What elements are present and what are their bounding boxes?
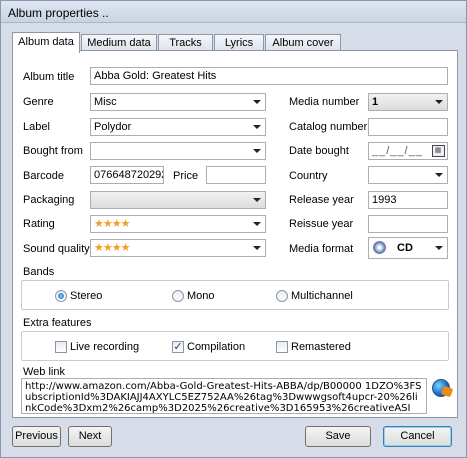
chevron-down-icon [435, 100, 443, 104]
chevron-down-icon [253, 125, 261, 129]
media-format-select[interactable]: CD [368, 237, 448, 259]
tab-lyrics[interactable]: Lyrics [214, 34, 264, 51]
bought-from-select[interactable] [90, 142, 266, 160]
globe-link-icon[interactable] [432, 379, 450, 397]
catalog-number-input[interactable] [368, 118, 448, 136]
tab-album-data[interactable]: Album data [12, 32, 80, 53]
price-input[interactable] [206, 166, 266, 184]
catalog-number-label: Catalog number [289, 121, 368, 133]
cancel-button[interactable]: Cancel [383, 426, 452, 447]
radio-multichannel[interactable] [276, 290, 288, 302]
sound-quality-stars: ★★★★ [94, 242, 130, 254]
label-select[interactable]: Polydor [90, 118, 266, 136]
packaging-label: Packaging [23, 194, 75, 206]
reissue-year-input[interactable] [368, 215, 448, 233]
label-label: Label [23, 121, 50, 133]
checkbox-live-recording[interactable] [55, 341, 67, 353]
reissue-year-label: Reissue year [289, 218, 354, 230]
country-label: Country [289, 170, 328, 182]
extra-features-label: Extra features [23, 317, 92, 329]
tab-album-cover[interactable]: Album cover [265, 34, 341, 51]
genre-label: Genre [23, 96, 54, 108]
media-format-label: Media format [289, 243, 354, 255]
checkbox-compilation-label: Compilation [187, 341, 246, 353]
chevron-down-icon [253, 246, 261, 250]
media-number-select[interactable]: 1 [368, 93, 448, 111]
previous-button[interactable]: Previous [12, 426, 61, 447]
rating-select[interactable]: ★★★★ [90, 215, 266, 233]
rating-stars: ★★★★ [94, 218, 130, 230]
media-number-label: Media number [289, 96, 360, 108]
sound-quality-select[interactable]: ★★★★ [90, 239, 266, 257]
window-title: Album properties .. [8, 6, 109, 20]
web-link-label: Web link [23, 366, 65, 378]
barcode-input[interactable]: 0766487202923 [90, 166, 164, 184]
radio-mono-label: Mono [187, 290, 215, 302]
chevron-down-icon [253, 100, 261, 104]
media-format-value: CD [397, 242, 413, 254]
checkbox-remastered[interactable] [276, 341, 288, 353]
radio-multichannel-label: Multichannel [291, 290, 353, 302]
radio-stereo-label: Stereo [70, 290, 103, 302]
chevron-down-icon [253, 222, 261, 226]
genre-value: Misc [94, 96, 117, 108]
date-bought-input[interactable]: __/__/__ ▦ [368, 142, 448, 160]
album-title-label: Album title [23, 71, 75, 83]
bought-from-label: Bought from [23, 145, 83, 157]
radio-mono[interactable] [172, 290, 184, 302]
sound-quality-label: Sound quality [23, 243, 90, 255]
price-label: Price [173, 170, 199, 182]
next-button[interactable]: Next [68, 426, 112, 447]
chevron-down-icon [253, 198, 261, 202]
barcode-label: Barcode [23, 170, 64, 182]
save-button[interactable]: Save [305, 426, 371, 447]
title-bar: Album properties .. [1, 1, 466, 23]
rating-label: Rating [23, 218, 55, 230]
checkbox-remastered-label: Remastered [291, 341, 351, 353]
album-properties-window: Album properties .. Album data Medium da… [0, 0, 467, 458]
checkbox-compilation[interactable]: ✓ [172, 341, 184, 353]
extra-features-group: Live recording ✓ Compilation Remastered [21, 331, 449, 361]
web-link-input[interactable]: http://www.amazon.com/Abba-Gold-Greatest… [21, 378, 427, 414]
radio-stereo[interactable] [55, 290, 67, 302]
packaging-select[interactable] [90, 191, 266, 209]
release-year-label: Release year [289, 194, 354, 206]
checkbox-live-recording-label: Live recording [70, 341, 140, 353]
tab-tracks[interactable]: Tracks [158, 34, 213, 51]
album-title-input[interactable]: Abba Gold: Greatest Hits [90, 67, 448, 85]
bands-group: Stereo Mono Multichannel [21, 280, 449, 310]
country-select[interactable] [368, 166, 448, 184]
date-bought-label: Date bought [289, 145, 349, 157]
cd-icon [373, 241, 386, 254]
genre-select[interactable]: Misc [90, 93, 266, 111]
chevron-down-icon [253, 149, 261, 153]
media-number-value: 1 [372, 96, 379, 108]
calendar-icon[interactable]: ▦ [432, 145, 445, 157]
release-year-input[interactable]: 1993 [368, 191, 448, 209]
album-data-panel: Album title Abba Gold: Greatest Hits Gen… [12, 50, 458, 418]
date-bought-value: __/__/__ [372, 145, 423, 157]
tab-medium-data[interactable]: Medium data [81, 34, 157, 51]
label-value: Polydor [94, 121, 132, 133]
bands-label: Bands [23, 266, 55, 278]
chevron-down-icon [435, 173, 443, 177]
chevron-down-icon [435, 246, 443, 250]
